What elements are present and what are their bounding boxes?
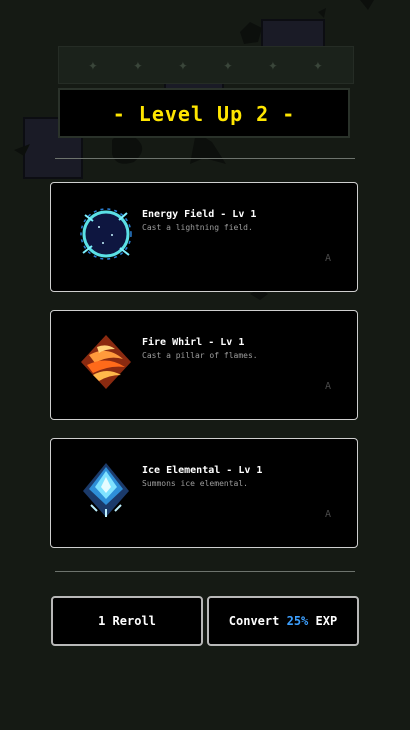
reroll-button[interactable]: 1 Reroll: [51, 596, 203, 646]
fire-whirl-icon: [81, 335, 131, 389]
choice-name: Fire Whirl - Lv 1: [142, 337, 245, 348]
choice-name: Ice Elemental - Lv 1: [142, 465, 263, 476]
choice-hotkey: A: [324, 253, 331, 264]
convert-exp-button[interactable]: Convert 25% EXP: [207, 596, 359, 646]
bottom-divider: [55, 571, 355, 572]
choice-hotkey: A: [324, 381, 331, 392]
top-divider: [55, 158, 355, 159]
convert-prefix: Convert: [228, 614, 280, 628]
choice-card-energy-field[interactable]: Energy Field - Lv 1 Cast a lightning fie…: [50, 182, 358, 292]
empty-slot-icon: ✦: [268, 55, 278, 74]
empty-slot-icon: ✦: [313, 55, 323, 74]
choice-name: Energy Field - Lv 1: [142, 209, 257, 220]
choice-description: Summons ice elemental.: [142, 479, 248, 488]
choice-card-ice-elemental[interactable]: Ice Elemental - Lv 1 Summons ice element…: [50, 438, 358, 548]
empty-slot-icon: ✦: [223, 55, 233, 74]
ice-elemental-icon: [83, 463, 129, 517]
reroll-label: 1 Reroll: [98, 614, 156, 628]
empty-slot-icon: ✦: [178, 55, 188, 74]
empty-slot-icon: ✦: [88, 55, 98, 74]
convert-suffix: EXP: [315, 614, 338, 628]
choice-description: Cast a lightning field.: [142, 223, 253, 232]
level-up-title: - Level Up 2 -: [112, 102, 296, 126]
energy-field-icon: [80, 208, 132, 260]
skill-slot-bar: ✦ ✦ ✦ ✦ ✦ ✦: [58, 46, 354, 84]
convert-percent: 25%: [286, 614, 309, 628]
empty-slot-icon: ✦: [133, 55, 143, 74]
level-up-banner: - Level Up 2 -: [58, 88, 350, 138]
choice-hotkey: A: [324, 509, 331, 520]
choice-description: Cast a pillar of flames.: [142, 351, 258, 360]
choice-card-fire-whirl[interactable]: Fire Whirl - Lv 1 Cast a pillar of flame…: [50, 310, 358, 420]
